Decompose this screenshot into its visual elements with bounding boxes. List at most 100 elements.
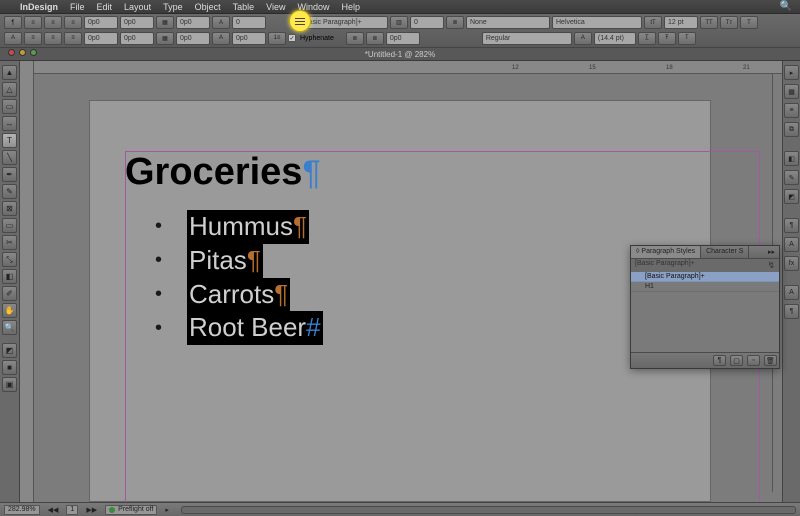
page-nav-prev-icon[interactable]: ◀◀ [48, 506, 59, 514]
strike-button[interactable]: Ŧ [658, 32, 676, 45]
page-nav-next-icon[interactable]: ▶▶ [86, 506, 97, 514]
apply-color-icon[interactable]: ■ [2, 360, 17, 375]
list-item-text[interactable]: Carrots [189, 279, 274, 309]
panel-button-icon[interactable]: ¶ [784, 218, 799, 233]
vertical-ruler[interactable] [20, 61, 34, 502]
font-family-dropdown[interactable]: Helvetica [552, 16, 642, 29]
space-before-field[interactable]: 0p0 [176, 16, 210, 29]
list-item-text[interactable]: Hummus [189, 211, 293, 241]
subscript-button[interactable]: T [678, 32, 696, 45]
panel-button-icon[interactable]: ◧ [784, 151, 799, 166]
heading-text[interactable]: Groceries [125, 151, 302, 194]
bulleted-list-button-highlight[interactable] [289, 10, 311, 32]
no-baseline-grid-button[interactable]: ≣ [366, 32, 384, 45]
align-left-button[interactable]: ≡ [24, 16, 42, 29]
justify-center-button[interactable]: ≡ [44, 32, 62, 45]
superscript-button[interactable]: T [740, 16, 758, 29]
line-tool-icon[interactable]: ╲ [2, 150, 17, 165]
dropcap-chars-button[interactable]: A [212, 32, 230, 45]
menu-type[interactable]: Type [163, 2, 183, 12]
gutter-field[interactable]: 0p0 [386, 32, 420, 45]
font-style-dropdown[interactable]: Regular [482, 32, 572, 45]
pen-tool-icon[interactable]: ✒ [2, 167, 17, 182]
numbered-list-button[interactable]: 1≡ [268, 32, 286, 45]
style-item-h1[interactable]: H1 [631, 282, 779, 292]
panel-button-icon[interactable]: ▦ [784, 84, 799, 99]
leading-field[interactable]: (14.4 pt) [594, 32, 636, 45]
space-after-field[interactable]: 0p0 [176, 32, 210, 45]
list-item[interactable]: • Pitas¶ [155, 244, 710, 278]
list-item[interactable]: • Hummus¶ [155, 210, 710, 244]
eyedropper-tool-icon[interactable]: ✐ [2, 286, 17, 301]
list-item-text[interactable]: Root Beer [189, 312, 306, 342]
allcaps-button[interactable]: TT [700, 16, 718, 29]
free-transform-tool-icon[interactable]: ⤡ [2, 252, 17, 267]
columns-field[interactable]: 0 [410, 16, 444, 29]
text-frame[interactable]: Groceries¶ • Hummus¶ • Pitas¶ • Carrots¶ [125, 151, 710, 345]
panel-button-icon[interactable]: ◩ [784, 189, 799, 204]
tab-character-styles[interactable]: Character S [701, 246, 749, 258]
tab-paragraph-styles[interactable]: ◊ Paragraph Styles [631, 246, 701, 258]
para-mode-button[interactable]: ¶ [4, 16, 22, 29]
underline-button[interactable]: T̲ [638, 32, 656, 45]
new-group-button[interactable]: ▢ [730, 355, 743, 366]
status-menu-icon[interactable]: ▸ [165, 506, 169, 514]
fill-swatch-dropdown[interactable]: None [466, 16, 550, 29]
bulleted-list[interactable]: • Hummus¶ • Pitas¶ • Carrots¶ • Root Bee… [125, 210, 710, 345]
dropcap-button[interactable]: A [212, 16, 230, 29]
para-style-dropdown[interactable]: [Basic Paragraph]+ [298, 16, 388, 29]
panel-button-icon[interactable]: ¶ [784, 304, 799, 319]
panel-button-icon[interactable]: ⧉ [784, 122, 799, 137]
styles-list[interactable]: [Basic Paragraph]+ H1 [631, 272, 779, 292]
panel-button-icon[interactable]: ≡ [784, 103, 799, 118]
char-mode-button[interactable]: A [4, 32, 22, 45]
zoom-window-icon[interactable] [30, 49, 37, 56]
style-item-basic-paragraph[interactable]: [Basic Paragraph]+ [631, 272, 779, 282]
first-indent-field[interactable]: 0p0 [120, 16, 154, 29]
scissors-tool-icon[interactable]: ✂ [2, 235, 17, 250]
zoom-level-field[interactable]: 282.98% [4, 505, 40, 515]
justify-button[interactable]: ▦ [156, 16, 174, 29]
clear-overrides-button[interactable]: ¶ [713, 355, 726, 366]
columns-button[interactable]: ▥ [390, 16, 408, 29]
zoom-tool-icon[interactable]: 🔍 [2, 320, 17, 335]
hyphenate-checkbox[interactable]: ✓ [288, 34, 296, 42]
align-right-button[interactable]: ≡ [64, 16, 82, 29]
panel-button-icon[interactable]: ▸ [784, 65, 799, 80]
dropcap-chars-field[interactable]: 0p0 [232, 32, 266, 45]
delete-style-button[interactable]: 🗑 [764, 355, 777, 366]
screen-mode-icon[interactable]: ▣ [2, 377, 17, 392]
page-tool-icon[interactable]: ▭ [2, 99, 17, 114]
gap-tool-icon[interactable]: ↔ [2, 116, 17, 131]
paragraph-styles-panel[interactable]: ◊ Paragraph Styles Character S ▸▸ [Basic… [630, 245, 780, 369]
page[interactable]: Groceries¶ • Hummus¶ • Pitas¶ • Carrots¶ [90, 101, 710, 501]
type-size-field[interactable]: 12 pt [664, 16, 698, 29]
direct-selection-tool-icon[interactable]: △ [2, 82, 17, 97]
baseline-grid-button[interactable]: ≣ [346, 32, 364, 45]
preflight-status[interactable]: Preflight off [105, 505, 157, 515]
menu-help[interactable]: Help [342, 2, 361, 12]
selection-tool-icon[interactable]: ▲ [2, 65, 17, 80]
rectangle-frame-tool-icon[interactable]: ⊠ [2, 201, 17, 216]
panel-collapse-icon[interactable]: ▸▸ [764, 246, 779, 258]
pencil-tool-icon[interactable]: ✎ [2, 184, 17, 199]
app-name[interactable]: InDesign [20, 2, 58, 12]
panel-button-icon[interactable]: A [784, 285, 799, 300]
right-indent-field[interactable]: 0p0 [84, 32, 118, 45]
horizontal-ruler[interactable]: 12 15 18 21 [34, 61, 800, 74]
panel-flyout-icon[interactable]: ↯ [767, 260, 775, 271]
panel-button-icon[interactable]: A [784, 237, 799, 252]
left-indent-field[interactable]: 0p0 [84, 16, 118, 29]
fill-stroke-icon[interactable]: ◩ [2, 343, 17, 358]
menu-file[interactable]: File [70, 2, 85, 12]
menu-table[interactable]: Table [233, 2, 255, 12]
panel-button-icon[interactable]: ✎ [784, 170, 799, 185]
type-tool-icon[interactable]: T [2, 133, 17, 148]
dropcap-lines-field[interactable]: 0 [232, 16, 266, 29]
list-item[interactable]: • Root Beer# [155, 311, 710, 345]
justify-right-button[interactable]: ≡ [64, 32, 82, 45]
justify-left-button[interactable]: ≡ [24, 32, 42, 45]
menu-layout[interactable]: Layout [124, 2, 151, 12]
smallcaps-button[interactable]: Tᴛ [720, 16, 738, 29]
menu-object[interactable]: Object [195, 2, 221, 12]
